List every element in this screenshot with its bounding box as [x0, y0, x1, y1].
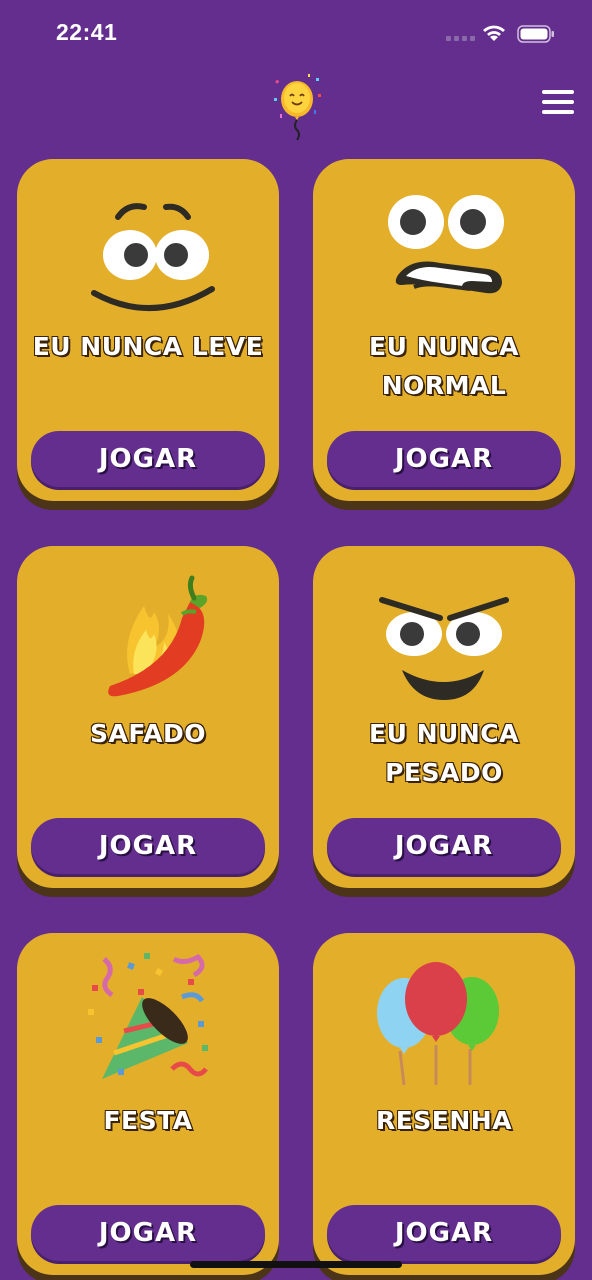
menu-bar: [542, 90, 574, 94]
game-card-eu-nunca-leve[interactable]: EU NUNCA LEVE JOGAR: [17, 159, 279, 501]
play-button[interactable]: JOGAR: [327, 1205, 561, 1261]
mischievous-face-icon: [313, 562, 575, 702]
menu-bar: [542, 100, 574, 104]
play-button[interactable]: JOGAR: [327, 818, 561, 874]
game-card-resenha[interactable]: RESENHA JOGAR: [313, 933, 575, 1275]
game-card-festa[interactable]: FESTA JOGAR: [17, 933, 279, 1275]
balloons-icon: [313, 949, 575, 1089]
card-title: FESTA: [103, 1106, 193, 1135]
party-popper-icon: [17, 949, 279, 1089]
play-button[interactable]: JOGAR: [327, 431, 561, 487]
status-icons: [446, 22, 556, 50]
home-indicator[interactable]: [190, 1261, 402, 1268]
card-title: EU NUNCA NORMAL: [369, 332, 519, 400]
game-card-eu-nunca-pesado[interactable]: EU NUNCA PESADO JOGAR: [313, 546, 575, 888]
status-bar: 22:41: [0, 0, 592, 66]
game-card-eu-nunca-normal[interactable]: EU NUNCA NORMAL JOGAR: [313, 159, 575, 501]
hot-pepper-icon: [17, 562, 279, 702]
game-card-safado[interactable]: SAFADO JOGAR: [17, 546, 279, 888]
card-title: RESENHA: [375, 1106, 513, 1135]
header: [0, 66, 592, 146]
play-button[interactable]: JOGAR: [31, 818, 265, 874]
menu-bar: [542, 110, 574, 114]
play-button[interactable]: JOGAR: [31, 1205, 265, 1261]
hamburger-menu-icon[interactable]: [542, 90, 574, 122]
cellular-signal-icon: [446, 36, 475, 41]
play-button[interactable]: JOGAR: [31, 431, 265, 487]
card-title: EU NUNCA PESADO: [369, 719, 519, 787]
battery-icon: [517, 25, 554, 43]
grimacing-face-icon: [313, 175, 575, 315]
worried-smile-face-icon: [17, 175, 279, 315]
balloon-logo-icon: [270, 72, 326, 148]
status-time: 22:41: [56, 19, 118, 45]
wifi-icon: [483, 25, 505, 41]
card-title: EU NUNCA LEVE: [32, 332, 264, 361]
card-title: SAFADO: [90, 719, 206, 748]
